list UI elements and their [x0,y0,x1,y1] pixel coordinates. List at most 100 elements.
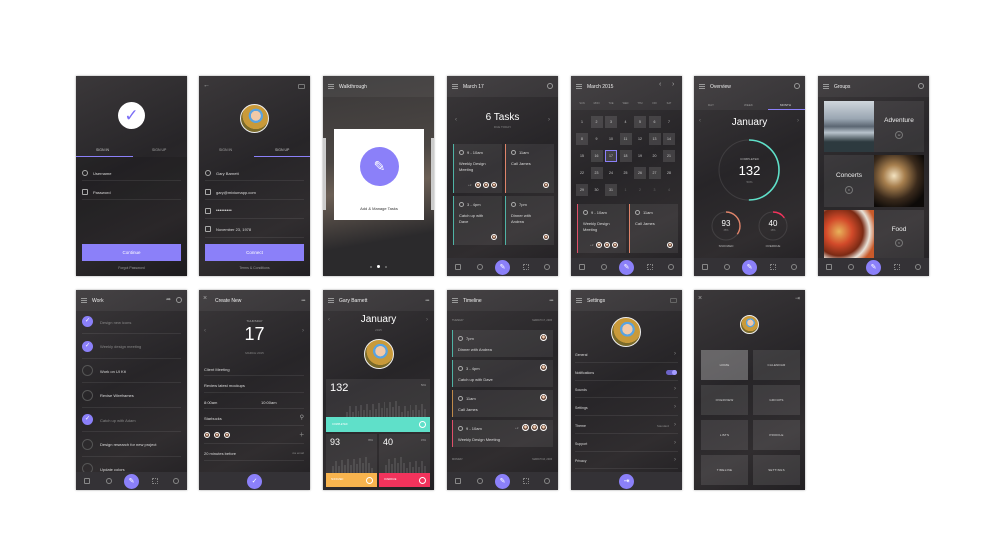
add-task-button[interactable]: ✎ [124,474,139,489]
chevron-right-icon[interactable]: › [674,351,676,357]
calendar-day[interactable]: 1 [620,184,632,196]
list-icon[interactable] [152,478,158,484]
task-checkbox[interactable] [82,438,93,450]
list-icon[interactable] [770,264,776,270]
task-card[interactable]: 9 - 10am Weekly Design Meeting +2 [577,204,626,253]
task-label[interactable]: Update colors [100,467,125,472]
calendar-day[interactable]: 30 [591,184,603,196]
chevron-right-icon[interactable]: › [674,440,676,446]
tab-sign-up[interactable]: SIGN UP [152,148,166,152]
menu-tile-profile[interactable]: PROFILE [753,420,800,450]
chevron-right-icon[interactable]: › [674,422,676,428]
task-label[interactable]: Catch up with Adam [100,418,136,423]
overdue-card[interactable]: 40 15% OVERDUE [379,434,430,487]
timeline-card[interactable]: 3 - 4pm Catch up with Dave [452,360,553,387]
camera-icon[interactable] [298,84,305,89]
settings-item[interactable]: Notifications [575,371,594,375]
reminder-input[interactable]: 20 minutes before [204,451,236,456]
menu-icon[interactable] [81,298,87,303]
forgot-password-link[interactable]: Forgot Password [76,266,187,270]
add-task-button[interactable]: ✎ [866,260,881,275]
next-month-icon[interactable]: › [797,118,799,124]
clock-icon[interactable] [601,264,607,270]
search-icon[interactable] [794,83,800,89]
calendar-day[interactable]: 23 [590,167,603,179]
list-icon[interactable] [894,264,900,270]
username-input[interactable]: Username [93,171,111,176]
task-card[interactable]: 11am Call James [629,204,678,253]
logout-icon[interactable]: ⇥ [795,295,800,302]
group-tile-adventure[interactable]: Adventure 12 [874,101,924,152]
next-day-icon[interactable]: › [548,117,550,123]
calendar-day[interactable]: 24 [605,167,617,179]
task-label[interactable]: Design new icons [100,320,131,325]
calendar-day[interactable]: 4 [663,184,675,196]
menu-icon[interactable] [452,84,458,89]
settings-item[interactable]: Theme [575,424,586,428]
avatar[interactable] [740,315,759,334]
menu-tile-overview[interactable]: OVERVIEW [701,385,748,415]
refresh-icon[interactable] [173,478,179,484]
more-icon[interactable]: ••• [301,298,305,304]
tab-month[interactable]: MONTH [780,103,791,107]
calendar-day[interactable]: 2 [590,116,603,128]
menu-tile-groups[interactable]: GROUPS [753,385,800,415]
calendar-day[interactable]: 20 [649,150,661,162]
task-card[interactable]: 7pm Dinner with Andrea [505,196,554,245]
connect-button[interactable]: Connect [205,244,304,261]
calendar-icon[interactable] [579,264,585,270]
chevron-right-icon[interactable]: › [674,457,676,463]
settings-item[interactable]: General [575,353,587,357]
settings-item[interactable]: Settings [575,406,588,410]
more-icon[interactable]: ••• [425,298,429,304]
refresh-icon[interactable] [544,264,550,270]
clock-icon[interactable] [724,264,730,270]
tab-sign-up[interactable]: SIGN UP [275,148,289,152]
calendar-day[interactable]: 19 [634,150,646,162]
calendar-day[interactable]: 9 [591,133,603,145]
menu-icon[interactable] [699,84,705,89]
task-label[interactable]: Work on UI Kit [100,369,126,374]
calendar-day[interactable]: 26 [634,167,646,179]
timeline-card[interactable]: 7pm Dinner with Andrea [452,330,553,357]
task-checkbox[interactable]: ✓ [82,414,93,425]
timeline-card[interactable]: 11am Call James [452,390,553,417]
menu-tile-lists[interactable]: LISTS [701,420,748,450]
page-dots[interactable] [370,265,388,268]
share-icon[interactable]: ➦ [166,296,171,303]
calendar-day[interactable]: 14 [663,133,675,145]
location-pin-icon[interactable]: ⚲ [300,414,304,421]
event-note-input[interactable]: Review latest mockups [204,383,245,388]
add-task-button[interactable]: ✎ [495,474,510,489]
settings-item[interactable]: Privacy [575,459,586,463]
menu-icon[interactable] [576,298,582,303]
tab-week[interactable]: WEEK [744,103,753,107]
calendar-day[interactable]: 5 [634,116,646,128]
group-tile-food[interactable]: Food 9 [874,210,924,258]
list-icon[interactable] [523,478,529,484]
more-icon[interactable]: ••• [549,298,553,304]
tab-day[interactable]: DAY [708,103,714,107]
calendar-icon[interactable] [455,264,461,270]
completed-card[interactable]: 132 50% COMPLETED [326,379,430,432]
reminder-method[interactable]: via email [292,451,304,455]
name-input[interactable]: Gary Barnett [216,171,239,176]
password-input[interactable]: Password [93,190,111,195]
calendar-day[interactable]: 18 [619,150,632,162]
back-arrow-icon[interactable]: ← [203,82,210,89]
calendar-icon[interactable] [702,264,708,270]
settings-item[interactable]: Support [575,442,587,446]
add-person-icon[interactable]: + [299,430,304,439]
birthday-input[interactable]: November 23, 1978 [216,227,251,232]
calendar-day[interactable]: 10 [605,133,617,145]
clock-icon[interactable] [477,264,483,270]
clock-icon[interactable] [477,478,483,484]
calendar-icon[interactable] [455,478,461,484]
add-task-button[interactable]: ✎ [742,260,757,275]
snoozed-card[interactable]: 93 35% SNOOZED [326,434,377,487]
calendar-day[interactable]: 7 [663,116,675,128]
calendar-day[interactable]: 29 [576,184,588,196]
task-label[interactable]: Design research for new project [100,442,156,447]
menu-icon[interactable] [576,84,582,89]
group-image-mountains[interactable] [824,101,874,152]
